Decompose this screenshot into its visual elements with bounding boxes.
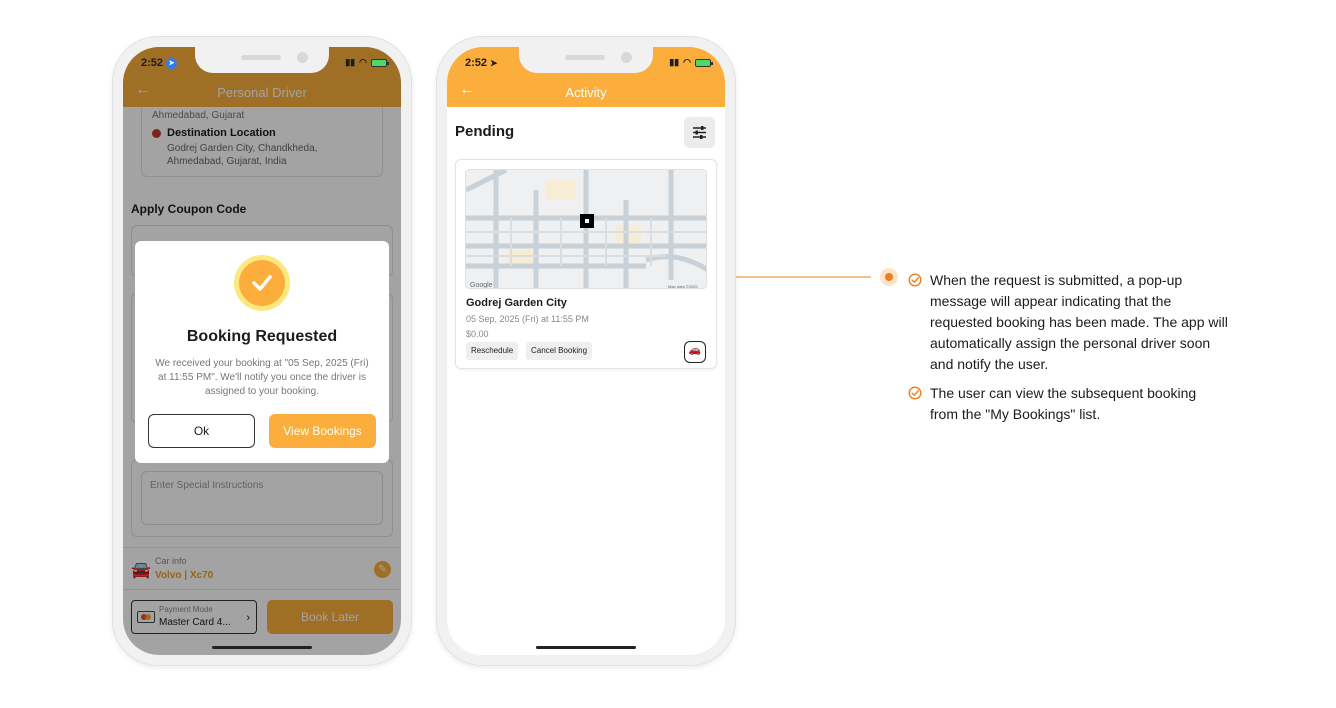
- phone2-screen: 2:52 ➤ ▮▮ ◠ ← Activity Pending Google Ma…: [447, 47, 725, 655]
- location-arrow-icon: ➤: [166, 57, 178, 69]
- filter-sliders-icon: [693, 126, 706, 139]
- view-bookings-button[interactable]: View Bookings: [269, 414, 376, 448]
- phone-activity: 2:52 ➤ ▮▮ ◠ ← Activity Pending Google Ma…: [436, 36, 736, 666]
- phone1-screen: 2:52 ➤ ▮▮ ◠ ← Personal Driver Ahmedabad, …: [123, 47, 401, 655]
- phone-personal-driver: 2:52 ➤ ▮▮ ◠ ← Personal Driver Ahmedabad, …: [112, 36, 412, 666]
- annotation-notes: When the request is submitted, a pop-up …: [908, 270, 1228, 433]
- annotation-marker: [880, 268, 898, 286]
- booking-card[interactable]: Google Map data ©2025 Godrej Garden City…: [455, 159, 717, 369]
- status-time: 2:52: [465, 57, 488, 69]
- home-indicator: [212, 646, 312, 649]
- activity-list: Pending Google Map data ©2025 Godrej Gar…: [447, 107, 725, 655]
- wifi-icon: ◠: [359, 57, 367, 67]
- booking-date: 05 Sep, 2025 (Fri) at 11:55 PM: [466, 314, 589, 324]
- connector-line: [736, 276, 871, 278]
- status-icons: ▮▮ ◠: [345, 57, 389, 68]
- check-circle-icon: [908, 386, 922, 400]
- signal-icon: ▮▮: [669, 57, 680, 67]
- app-bar-title: Activity: [565, 85, 607, 100]
- phone-notch: [195, 47, 329, 73]
- signal-icon: ▮▮: [345, 57, 356, 67]
- reschedule-button[interactable]: Reschedule: [466, 342, 519, 360]
- booking-price: $0.00: [466, 329, 489, 339]
- battery-icon: [371, 58, 389, 67]
- map-logo: Google: [470, 282, 493, 289]
- location-arrow-icon: ➤: [490, 57, 498, 68]
- check-circle-icon: [908, 273, 922, 287]
- annotation-note-text: The user can view the subsequent booking…: [930, 385, 1197, 422]
- booking-requested-dialog: Booking Requested We received your booki…: [135, 241, 389, 463]
- home-indicator: [536, 646, 636, 649]
- filter-button[interactable]: [684, 117, 715, 148]
- dialog-message: We received your booking at "05 Sep, 202…: [155, 358, 369, 397]
- annotation-note-text: When the request is submitted, a pop-up …: [930, 272, 1228, 372]
- annotation-note: When the request is submitted, a pop-up …: [908, 270, 1228, 375]
- phone-notch: [519, 47, 653, 73]
- status-time: 2:52: [141, 57, 164, 69]
- booking-map: Google Map data ©2025: [465, 169, 707, 289]
- map-credit: Map data ©2025: [668, 284, 698, 289]
- pending-section-title: Pending: [455, 123, 515, 140]
- status-icons: ▮▮ ◠: [669, 57, 713, 68]
- battery-icon: [695, 58, 713, 67]
- dialog-title: Booking Requested: [186, 328, 338, 345]
- ok-button[interactable]: Ok: [148, 414, 255, 448]
- cancel-booking-button[interactable]: Cancel Booking: [526, 342, 593, 360]
- annotation-note: The user can view the subsequent booking…: [908, 383, 1228, 425]
- wifi-icon: ◠: [683, 57, 691, 67]
- booking-destination: Godrej Garden City: [466, 297, 567, 309]
- success-check-icon: [234, 255, 290, 311]
- car-driver-icon[interactable]: 🚗: [684, 341, 706, 363]
